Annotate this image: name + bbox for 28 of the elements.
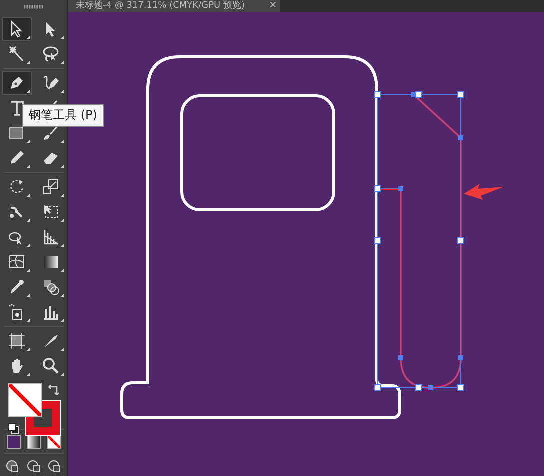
color-mode-button[interactable] bbox=[6, 435, 20, 449]
draw-mode-icon[interactable] bbox=[4, 459, 20, 473]
swap-icon[interactable] bbox=[48, 384, 60, 397]
draw-mode-icon[interactable] bbox=[46, 459, 62, 473]
tooltip: 钢笔工具 (P) bbox=[22, 104, 104, 127]
mesh-icon bbox=[8, 252, 26, 271]
lasso-icon bbox=[42, 44, 60, 63]
artboard-icon bbox=[8, 332, 26, 350]
fill-swatch[interactable] bbox=[8, 382, 42, 417]
curvature-icon bbox=[42, 74, 60, 92]
gradient-mode-button[interactable] bbox=[26, 435, 40, 449]
free-transform-icon bbox=[42, 202, 60, 221]
blend-icon bbox=[42, 278, 60, 296]
scale-icon bbox=[42, 178, 60, 196]
close-button[interactable]: × bbox=[268, 0, 278, 12]
magic-wand-icon bbox=[8, 44, 26, 63]
arrow-icon bbox=[464, 184, 504, 200]
document-title: 未标题-4 @ 317.11% (CMYK/GPU 预览) bbox=[76, 0, 245, 12]
perspective-grid-icon bbox=[42, 228, 60, 246]
document-tab[interactable]: 未标题-4 @ 317.11% (CMYK/GPU 预览) × bbox=[68, 0, 280, 12]
tool-button[interactable] bbox=[2, 70, 32, 95]
tool-button[interactable] bbox=[2, 16, 32, 41]
rotate-icon bbox=[8, 178, 26, 196]
symbol-sprayer-icon bbox=[8, 302, 26, 321]
draw-mode-icon[interactable] bbox=[26, 459, 42, 473]
zoom-icon bbox=[42, 356, 60, 375]
default-colors-icon[interactable] bbox=[8, 422, 20, 435]
none-mode-button[interactable] bbox=[46, 435, 60, 449]
